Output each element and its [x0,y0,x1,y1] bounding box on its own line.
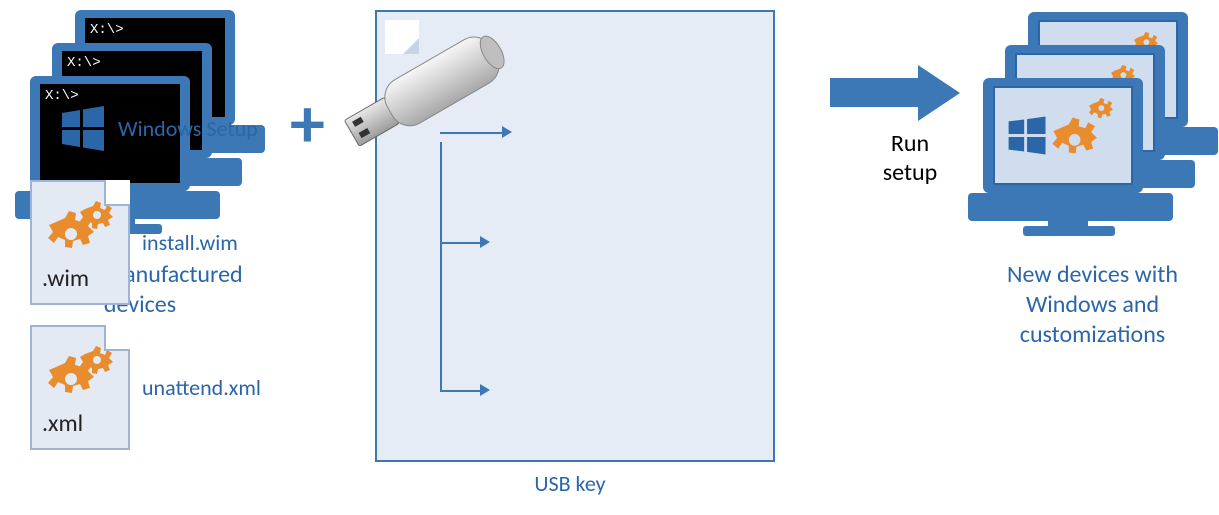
connector-arrow-icon [480,384,490,396]
connector-arrow-icon [480,236,490,248]
action-line2: setup [883,158,937,187]
xml-label: unattend.xml [142,374,261,401]
usb-drive-icon [330,28,520,153]
usb-caption: USB key [470,470,670,497]
gears-icon [47,200,113,256]
gears-icon [47,345,113,401]
usb-item-wim: .wim install.wim [30,180,238,305]
windows-custom-icon [995,88,1131,183]
action-label: Run setup [850,130,970,188]
windows-logo-icon [60,105,106,151]
wim-label: install.wim [142,229,238,256]
process-arrow-icon [830,65,970,120]
cmd-prompt: X:\> [90,22,124,38]
connector-line [440,132,502,134]
connector-line [440,390,480,392]
usb-item-xml: .xml unattend.xml [30,325,261,450]
connector-arrow-icon [502,126,512,138]
cmd-prompt: X:\> [67,55,101,71]
wim-file-icon: .wim [30,180,130,305]
usb-item-setup: Windows Setup [60,105,258,151]
file-ext: .xml [42,409,83,438]
xml-file-icon: .xml [30,325,130,450]
connector-line [440,242,480,244]
action-line1: Run [891,129,929,158]
cmd-prompt: X:\> [45,88,79,104]
result-laptops [968,12,1218,242]
setup-label: Windows Setup [118,115,258,142]
diagram-stage: X:\> X:\> X:\> Newly-manufactured device… [0,0,1219,515]
result-laptop-1 [968,78,1178,243]
plus-icon: + [290,80,325,166]
result-caption: New devices with Windows and customizati… [965,260,1219,350]
connector-line [440,142,442,392]
file-ext: .wim [42,264,89,293]
